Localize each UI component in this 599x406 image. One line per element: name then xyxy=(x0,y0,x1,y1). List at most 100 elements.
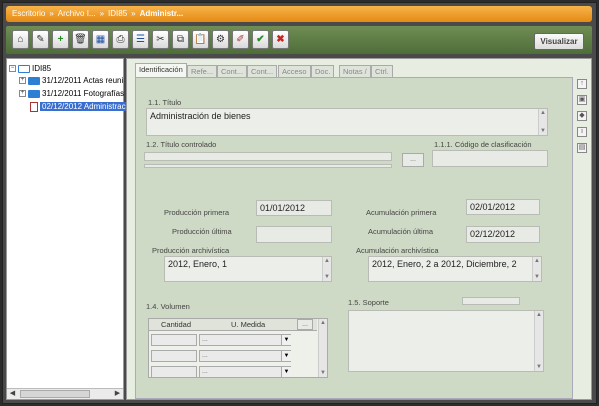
volumen-label: 1.4. Volumen xyxy=(146,302,190,311)
cantidad-input[interactable] xyxy=(151,334,197,346)
titulo-controlado-label: 1.2. Título controlado xyxy=(146,140,217,149)
vertical-scrollbar[interactable]: ▲ ▼ xyxy=(538,109,547,135)
table-row: ... ▼ xyxy=(149,365,317,377)
cantidad-input[interactable] xyxy=(151,366,197,377)
scroll-down-icon[interactable]: ▼ xyxy=(319,369,327,377)
volumen-scrollbar[interactable]: ▲ ▼ xyxy=(318,319,327,377)
produccion-ultima-input[interactable] xyxy=(256,226,332,243)
cantidad-input[interactable] xyxy=(151,350,197,362)
home-icon[interactable]: ⌂ xyxy=(12,30,29,49)
unidad-select[interactable]: ... xyxy=(199,350,291,362)
volumen-add-button[interactable]: ... xyxy=(297,319,313,330)
scroll-up-icon[interactable]: ▲ xyxy=(533,257,541,265)
tree-item-label: 31/12/2011 Actas reuni xyxy=(42,76,124,85)
titulo-textarea[interactable]: Administración de bienes ▲ ▼ xyxy=(146,108,548,136)
unidad-select[interactable]: ... xyxy=(199,334,291,346)
soporte-code-input[interactable] xyxy=(462,297,520,305)
accept-icon[interactable]: ✔ xyxy=(252,30,269,49)
produccion-primera-label: Producción primera xyxy=(164,208,230,217)
acumulacion-archivistica-value: 2012, Enero, 2 a 2012, Diciembre, 2 xyxy=(372,259,517,269)
up-icon[interactable]: ↑ xyxy=(577,79,587,89)
scroll-up-icon[interactable]: ▲ xyxy=(323,257,331,265)
tab-acceso[interactable]: Acceso xyxy=(278,65,311,77)
scroll-down-icon[interactable]: ▼ xyxy=(533,273,541,281)
cantidad-column-header: Cantidad xyxy=(161,320,192,329)
scroll-thumb[interactable] xyxy=(20,390,90,398)
delete-icon[interactable]: 🗑 xyxy=(72,30,89,49)
folder-icon xyxy=(28,76,40,85)
scroll-left-icon[interactable]: ◀ xyxy=(7,389,18,399)
horizontal-scrollbar[interactable]: ◀ ▶ xyxy=(7,388,123,399)
edit-icon[interactable]: ✎ xyxy=(32,30,49,49)
copy-icon[interactable]: ⧉ xyxy=(172,30,189,49)
scroll-right-icon[interactable]: ▶ xyxy=(112,389,123,399)
codigo-clasificacion-input[interactable] xyxy=(432,150,548,167)
pencil-icon[interactable]: ✐ xyxy=(232,30,249,49)
document-icon xyxy=(30,101,38,112)
table-row: ... ▼ xyxy=(149,349,317,363)
scroll-down-icon[interactable]: ▼ xyxy=(323,273,331,281)
breadcrumb-item-escritorio[interactable]: Escritorio xyxy=(12,9,45,18)
visualizar-button[interactable]: Visualizar xyxy=(534,33,584,50)
acumulacion-primera-input[interactable]: 02/01/2012 xyxy=(466,199,540,215)
unidad-value: ... xyxy=(202,336,208,343)
info-icon[interactable]: i xyxy=(577,127,587,137)
print-icon[interactable]: ⎙ xyxy=(112,30,129,49)
clipboard-icon[interactable]: 📋 xyxy=(192,30,209,49)
tab-contexto[interactable]: Cont... xyxy=(217,65,248,77)
scroll-up-icon[interactable]: ▲ xyxy=(535,311,543,319)
breadcrumb: Escritorio» Archivo I...» IDI85» Administr.… xyxy=(6,6,592,22)
tree-item-selected[interactable]: 02/12/2012 Administrac xyxy=(30,101,128,112)
titulo-controlado-field-secondary[interactable] xyxy=(144,164,392,168)
soporte-textarea[interactable]: ▲ ▼ xyxy=(348,310,544,372)
tab-notas[interactable]: Notas / xyxy=(339,65,371,77)
tree-root[interactable]: − IDI85 xyxy=(9,63,51,74)
tree-item[interactable]: +31/12/2011 Actas reuni xyxy=(19,75,123,86)
vertical-scrollbar[interactable]: ▲ ▼ xyxy=(322,257,331,281)
chevron-down-icon[interactable]: ▼ xyxy=(281,351,291,361)
expand-icon[interactable]: + xyxy=(19,77,26,85)
acumulacion-ultima-input[interactable]: 02/12/2012 xyxy=(466,226,540,243)
titulo-controlado-browse-button[interactable]: ... xyxy=(402,153,424,167)
acumulacion-ultima-label: Acumulación última xyxy=(368,227,434,236)
add-icon[interactable]: + xyxy=(52,30,69,49)
tab-control[interactable]: Ctrl. xyxy=(371,65,393,77)
settings-icon[interactable]: ⚙ xyxy=(212,30,229,49)
scroll-down-icon[interactable]: ▼ xyxy=(539,127,547,135)
chevron-down-icon[interactable]: ▼ xyxy=(281,335,291,345)
expand-icon[interactable]: + xyxy=(19,90,26,98)
list-icon[interactable]: ☰ xyxy=(132,30,149,49)
vertical-scrollbar[interactable]: ▲ ▼ xyxy=(532,257,541,281)
tab-documentacion[interactable]: Doc. xyxy=(311,65,335,77)
chevron-down-icon[interactable]: ▼ xyxy=(281,367,291,377)
titulo-value: Administración de bienes xyxy=(150,111,251,121)
tree-item[interactable]: +31/12/2011 Fotografías xyxy=(19,88,124,99)
acumulacion-archivistica-textarea[interactable]: 2012, Enero, 2 a 2012, Diciembre, 2 ▲ ▼ xyxy=(368,256,542,282)
tab-identificacion[interactable]: Identificación xyxy=(135,63,187,78)
grid-icon[interactable]: ▦ xyxy=(92,30,109,49)
scroll-down-icon[interactable]: ▼ xyxy=(535,363,543,371)
produccion-primera-input[interactable]: 01/01/2012 xyxy=(256,200,332,216)
gallery-icon[interactable]: ▤ xyxy=(577,143,587,153)
tree-panel: − IDI85 +31/12/2011 Actas reuni +31/12/20… xyxy=(6,58,128,400)
unidad-select[interactable]: ... xyxy=(199,366,291,377)
collapse-icon[interactable]: − xyxy=(9,65,16,73)
tag-icon[interactable]: ◆ xyxy=(577,111,587,121)
tools-icon[interactable]: ✂ xyxy=(152,30,169,49)
image-icon[interactable]: ▣ xyxy=(577,95,587,105)
produccion-archivistica-label: Producción archivística xyxy=(152,246,230,255)
codigo-clasificacion-label: 1.1.1. Código de clasificación xyxy=(434,140,532,149)
cancel-icon[interactable]: ✖ xyxy=(272,30,289,49)
breadcrumb-item-archivo[interactable]: Archivo I... xyxy=(58,9,96,18)
unidad-value: ... xyxy=(202,352,208,359)
vertical-scrollbar[interactable]: ▲ ▼ xyxy=(534,311,543,371)
tab-contenido[interactable]: Cont... xyxy=(247,65,278,77)
breadcrumb-item-idi85[interactable]: IDI85 xyxy=(108,9,127,18)
scroll-up-icon[interactable]: ▲ xyxy=(539,109,547,117)
scroll-up-icon[interactable]: ▲ xyxy=(319,319,327,327)
produccion-archivistica-textarea[interactable]: 2012, Enero, 1 ▲ ▼ xyxy=(164,256,332,282)
titulo-controlado-field[interactable] xyxy=(144,152,392,161)
breadcrumb-separator: » xyxy=(99,9,105,18)
unidad-column-header: U. Medida xyxy=(231,320,266,329)
tab-referencias[interactable]: Refe... xyxy=(187,65,218,77)
